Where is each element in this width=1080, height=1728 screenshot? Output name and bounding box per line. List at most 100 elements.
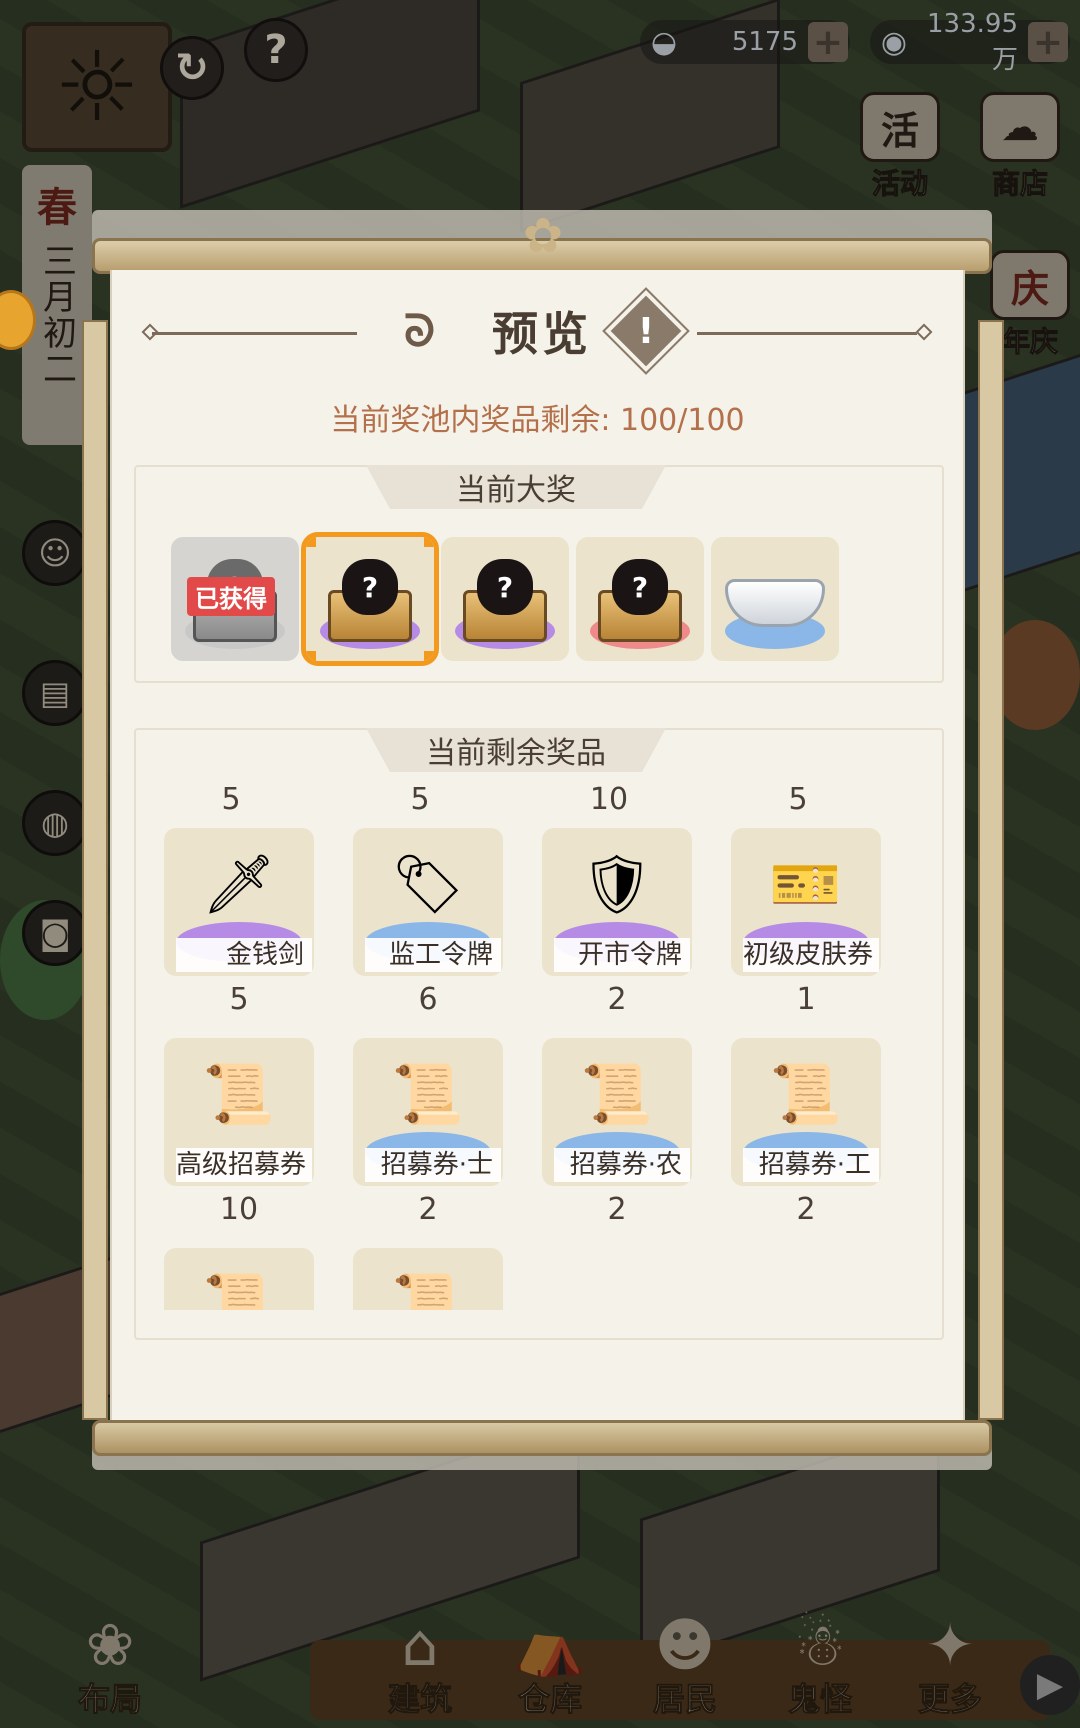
remaining-prizes-grid[interactable]: 5 🗡 金钱剑 5 5 🏷 监工令牌 6 10 🛡 开市令牌 2 5 🎫 初级皮肤券 1 📜 高级招募券 10 📜 招募…: [156, 778, 926, 1310]
prize-count: 10: [589, 782, 629, 817]
grand-prize-item[interactable]: ?: [441, 537, 569, 661]
coin-sword-icon: 🗡: [202, 850, 276, 918]
prize-item[interactable]: 5 🎫 初级皮肤券 1: [723, 782, 881, 1038]
prize-count: 10: [219, 1192, 259, 1227]
nav-ghosts[interactable]: ☃ 鬼怪: [760, 1600, 880, 1728]
bag-icon: ◍: [41, 804, 69, 842]
prize-count: 2: [796, 1192, 816, 1227]
prize-count: 5: [788, 782, 808, 817]
prize-item[interactable]: 📜 招募券·农 2: [534, 1038, 692, 1248]
nav-residents[interactable]: ☻ 居民: [625, 1600, 745, 1728]
prize-item[interactable]: 📜: [156, 1248, 314, 1310]
refresh-button[interactable]: ↻: [160, 36, 224, 100]
prize-item[interactable]: 📜 招募券·工 2: [723, 1038, 881, 1248]
side-button[interactable]: ▤: [22, 660, 88, 726]
prize-item[interactable]: 5 🗡 金钱剑 5: [156, 782, 314, 1038]
prize-count: 1: [796, 982, 816, 1017]
prize-card: 🛡 开市令牌: [542, 828, 692, 976]
copper-coin-icon: ◉: [880, 24, 908, 60]
yellow-scroll-icon: 📜: [202, 1270, 276, 1310]
storage-icon: ⛺: [513, 1611, 587, 1679]
grand-prize-item[interactable]: ?已获得: [171, 537, 299, 661]
nav-expand-button[interactable]: ▶: [1020, 1655, 1080, 1715]
mystery-icon: ?: [477, 559, 533, 615]
prize-item[interactable]: 📜 招募券·士 2: [345, 1038, 503, 1248]
nav-build[interactable]: ⌂ 建筑: [360, 1600, 480, 1728]
season-label: 春: [37, 184, 77, 231]
book-icon: ▤: [39, 674, 71, 712]
grand-prize-item[interactable]: ?: [576, 537, 704, 661]
prize-item[interactable]: 5 🏷 监工令牌 6: [345, 782, 503, 1038]
prize-count: 2: [607, 982, 627, 1017]
grand-prize-heading: 当前大奖: [366, 465, 666, 509]
scroll-side-edge: [978, 320, 1004, 1420]
exclamation-icon: !: [637, 310, 655, 352]
sun-icon: ☼: [53, 31, 141, 143]
knot-icon: ✿: [522, 208, 564, 264]
refresh-icon: ↻: [175, 45, 209, 91]
weather-indicator[interactable]: ☼: [22, 22, 172, 152]
grand-prize-section: 当前大奖 ?已获得???: [134, 465, 944, 683]
resource-a-value: 5175: [731, 27, 798, 57]
shop-label: 商店: [991, 167, 1048, 201]
prize-count: 2: [607, 1192, 627, 1227]
selection-corner: [306, 651, 316, 661]
arrow-right-icon: ▶: [1036, 1665, 1064, 1705]
mystery-icon: ?: [342, 559, 398, 615]
nav-more[interactable]: ✦ 更多: [890, 1600, 1010, 1728]
mystery-icon: ?: [612, 559, 668, 615]
prize-card: 🏷 监工令牌: [353, 828, 503, 976]
farmer-recruit-ticket-icon: 📜: [580, 1060, 654, 1128]
selection-corner: [424, 537, 434, 547]
preview-modal: ᘐ 预览 ! 当前奖池内奖品剩余: 100/100 当前大奖 ?已获得??? 当…: [110, 270, 965, 1422]
divider-ornament: [915, 323, 933, 341]
layout-icon: ❀: [85, 1611, 135, 1679]
prize-name: 高级招募券: [176, 1148, 312, 1182]
shop-icon: ☁: [980, 92, 1060, 162]
green-scroll-icon: 📜: [391, 1270, 465, 1310]
owned-badge: 已获得: [187, 577, 275, 616]
activity-icon: 活: [860, 92, 940, 162]
prize-item[interactable]: 📜 高级招募券 10: [156, 1038, 314, 1248]
side-button[interactable]: ☺: [22, 520, 88, 586]
nav-ghosts-label: 鬼怪: [787, 1680, 852, 1719]
modal-header: ᘐ 预览 !: [112, 287, 963, 375]
grand-prize-item[interactable]: ?: [301, 532, 439, 666]
add-resource-a-button[interactable]: +: [808, 22, 848, 63]
prize-card: 🗡 金钱剑: [164, 828, 314, 976]
prize-item[interactable]: 📜: [345, 1248, 503, 1310]
remaining-prizes-section: 当前剩余奖品 5 🗡 金钱剑 5 5 🏷 监工令牌 6 10 🛡 开市令牌 2 5 🎫 初级皮肤券 1 📜 高级招…: [134, 728, 944, 1340]
info-button[interactable]: !: [602, 287, 690, 375]
nav-layout[interactable]: ❀ 布局: [50, 1600, 170, 1728]
prize-card: 📜 招募券·农: [542, 1038, 692, 1186]
swirl-icon: ᘐ: [404, 306, 435, 357]
prize-card: 📜 高级招募券: [164, 1038, 314, 1186]
grand-prize-item[interactable]: [711, 537, 839, 661]
side-button[interactable]: ◍: [22, 790, 88, 856]
camera-button[interactable]: ◙: [22, 900, 88, 966]
nav-storage[interactable]: ⛺ 仓库: [490, 1600, 610, 1728]
nav-residents-label: 居民: [652, 1680, 717, 1719]
activity-button[interactable]: 活 活动: [845, 92, 955, 202]
prize-card: 📜: [353, 1248, 503, 1310]
ghost-icon: ☃: [794, 1611, 846, 1679]
shop-button[interactable]: ☁ 商店: [965, 92, 1075, 202]
selection-corner: [424, 651, 434, 661]
scholar-recruit-ticket-icon: 📜: [391, 1060, 465, 1128]
prize-item[interactable]: 10 🛡 开市令牌 2: [534, 782, 692, 1038]
supervisor-token-icon: 🏷: [391, 850, 465, 918]
divider-line: [152, 332, 357, 335]
prize-card: 📜 招募券·工: [731, 1038, 881, 1186]
prize-card: 🎫 初级皮肤券: [731, 828, 881, 976]
advanced-recruit-ticket-icon: 📜: [202, 1060, 276, 1128]
prize-count: 6: [418, 982, 438, 1017]
prize-count: 5: [221, 782, 241, 817]
festival-icon: 庆: [990, 250, 1070, 320]
bottom-navigation: ❀ 布局 ⌂ 建筑 ⛺ 仓库 ☻ 居民 ☃ 鬼怪 ✦ 更多 ▶: [0, 1600, 1080, 1728]
help-button[interactable]: ?: [244, 18, 308, 82]
artisan-recruit-ticket-icon: 📜: [769, 1060, 843, 1128]
prize-name: 招募券·农: [554, 1148, 690, 1182]
add-resource-b-button[interactable]: +: [1028, 22, 1068, 63]
lantern-icon: ✦: [925, 1611, 975, 1679]
nav-more-label: 更多: [917, 1680, 982, 1719]
